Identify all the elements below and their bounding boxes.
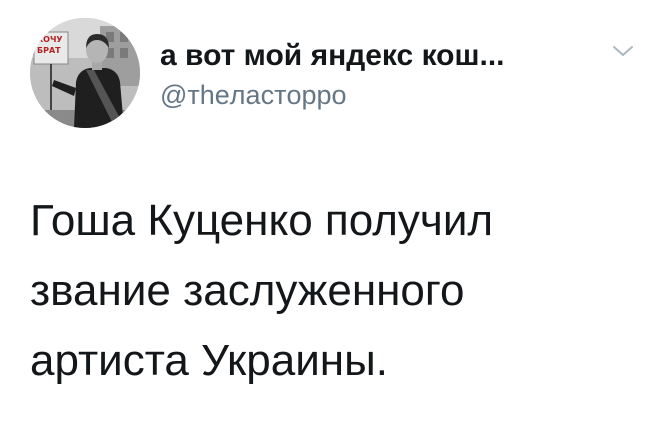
author-display-name[interactable]: а вот мой яндекс кош...	[160, 39, 505, 73]
author-name-row: а вот мой яндекс кош...	[160, 36, 505, 76]
profile-avatar[interactable]: ХОЧУ БРАТ	[30, 18, 140, 128]
tweet-text-line: Гоша Куценко получил	[30, 196, 494, 245]
avatar-sign-text-2: БРАТ	[37, 46, 61, 55]
avatar-sign-text-1: ХОЧУ	[37, 35, 63, 44]
author-handle[interactable]: @тheластoppo	[160, 80, 347, 111]
chevron-down-icon	[613, 46, 633, 56]
tweet-card: ХОЧУ БРАТ а вот мой яндекс кош... @тheла…	[0, 0, 654, 422]
tweet-text-line: артиста Украины.	[30, 336, 388, 385]
tweet-text-line: звание заслуженного	[30, 266, 465, 315]
tweet-body: Гоша Куценко получил звание заслуженного…	[30, 186, 630, 396]
tweet-menu-button[interactable]	[612, 44, 634, 58]
